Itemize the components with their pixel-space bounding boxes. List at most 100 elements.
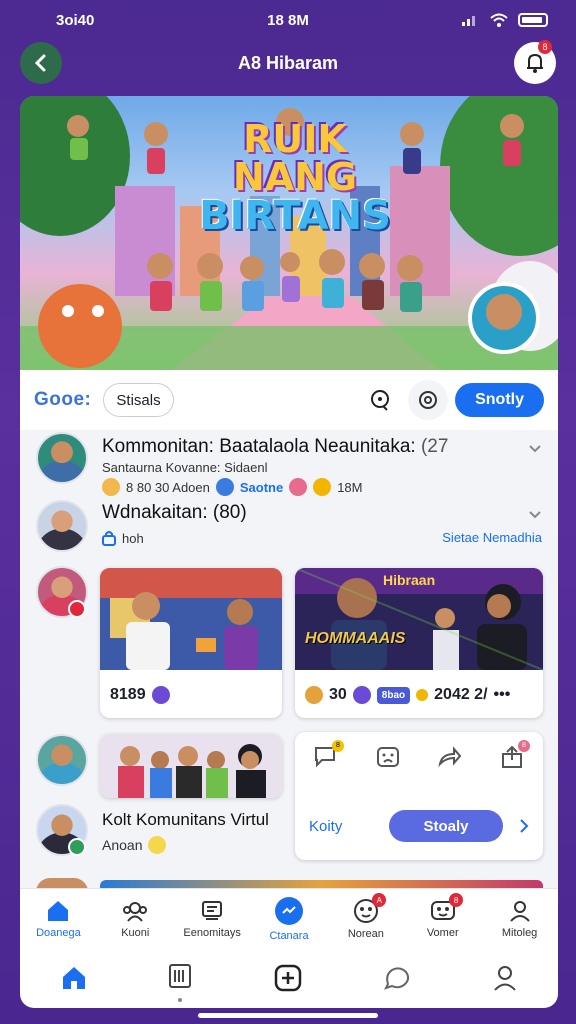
post-card-photo[interactable] [100, 734, 282, 798]
tab-label: Eenomitays [183, 926, 241, 939]
post-stats: 30 8bao 2042 2/ ••• [305, 686, 510, 704]
post-stats: 8189 [110, 686, 170, 704]
reaction-button[interactable] [376, 746, 400, 773]
bell-icon [527, 53, 543, 73]
post-sign-text: HOMMAAAIS [305, 630, 406, 647]
tab-label: Kuoni [121, 926, 150, 939]
comment-button[interactable]: 8 [314, 740, 344, 773]
profile-icon[interactable] [493, 965, 517, 991]
post-photo [100, 568, 282, 670]
chevron-right-icon[interactable] [519, 818, 529, 834]
reaction-icon [352, 686, 371, 704]
action-card: 8 8 Koity Stoaly [295, 732, 543, 860]
community-meta-row: 8 80 30 Adoen Saotne 18M [102, 478, 363, 496]
tab-badge: 8 [449, 893, 464, 907]
home-indicator [198, 1013, 378, 1018]
coin-icon [313, 478, 332, 496]
tab-label: Norean [347, 927, 384, 940]
library-icon [169, 963, 192, 988]
avatar[interactable] [36, 432, 88, 484]
share-button[interactable] [438, 746, 462, 773]
action-icons-row: 8 8 [295, 740, 543, 773]
globe-icon [215, 478, 234, 496]
hero-logo-line2: BIRTANS [199, 193, 391, 239]
status-chip-label: Stisals [116, 391, 161, 409]
status-bar: 3oi40 18 8M [0, 0, 576, 40]
hero-banner[interactable]: RUIK NANG BIRTANS [20, 96, 558, 370]
upload-button[interactable]: 8 [500, 740, 530, 773]
invite-title[interactable]: Wdnakaitan: (80) [102, 502, 247, 524]
invite-sub: hoh [122, 530, 144, 546]
chevron-down-icon[interactable] [528, 444, 542, 454]
comment-badge: 8 [332, 740, 344, 752]
add-icon[interactable] [274, 964, 302, 992]
invite-sub-row: hoh [102, 530, 144, 546]
community-link[interactable]: Saotne [240, 480, 283, 495]
invite-action-link[interactable]: Sietae Nemadhia [442, 530, 542, 545]
page-title: A8 Hibaram [237, 52, 339, 73]
more-icon[interactable]: ••• [494, 686, 511, 704]
app-header: A8 Hibaram 8 [0, 40, 576, 86]
tab-video[interactable]: 8 Vomer [404, 889, 481, 948]
avatar[interactable] [36, 878, 88, 888]
status-icons [462, 13, 548, 27]
primary-action-button[interactable]: Snotly [455, 383, 544, 417]
community-title-row[interactable]: Kommonitan: Baatalaola Neaunitaka: (27 [102, 436, 448, 458]
chat-bubble-icon [371, 390, 389, 411]
chat-button[interactable] [360, 380, 400, 420]
tab-comments[interactable]: Eenomitays [174, 889, 251, 948]
group-icon [123, 901, 148, 922]
status-time: 18 8M [267, 11, 309, 29]
emoji-icon [289, 478, 308, 496]
community-title: Kommonitan: Baatalaola Neaunitaka: [102, 436, 416, 457]
virtual-title[interactable]: Kolt Komunitans Virtul [102, 810, 269, 830]
avatar-status-badge [68, 600, 86, 618]
emoji-icon [148, 836, 167, 854]
community-subtitle: Santaurna Kovanne: Sidaenl [102, 460, 268, 475]
reaction-icon [151, 686, 170, 704]
post-photo [100, 734, 282, 798]
tab-notifications[interactable]: A Norean [327, 889, 404, 948]
gear-icon [419, 391, 437, 409]
main-content: Gooe: Stisals Snotly Kommonitan: Baatala… [20, 370, 558, 888]
settings-button[interactable] [408, 380, 448, 420]
back-button[interactable] [20, 42, 62, 84]
community-count: (27 [420, 436, 449, 457]
follow-button[interactable]: Stoaly [389, 810, 503, 842]
secondary-action-link[interactable]: Koity [309, 818, 342, 835]
reaction-icon [102, 478, 120, 496]
tab-profile[interactable]: Mitoleg [481, 889, 558, 948]
message-icon[interactable] [383, 966, 412, 990]
notification-badge: 8 [538, 40, 552, 54]
next-post-preview[interactable] [100, 880, 543, 888]
tab-create[interactable]: Ctanara [251, 889, 328, 948]
hero-logo: RUIK NANG BIRTANS [195, 120, 395, 236]
virtual-sub: Anoan [102, 837, 143, 853]
post-card-left[interactable]: 8189 [100, 568, 282, 718]
person-icon [509, 900, 530, 922]
upload-badge: 8 [518, 740, 530, 752]
library-nav[interactable] [168, 963, 192, 1002]
notifications-button[interactable]: 8 [514, 40, 556, 84]
post-stats-badge: 8bao [376, 686, 411, 704]
status-chip-button[interactable]: Stisals [103, 383, 174, 417]
battery-icon [518, 13, 548, 27]
chevron-left-icon [34, 54, 46, 72]
active-dot [178, 997, 183, 1002]
bottom-navigation [20, 948, 558, 1008]
home-icon[interactable] [61, 965, 87, 991]
brand-logo: Gooe: [34, 389, 92, 410]
post-stats-value: 8189 [110, 686, 146, 703]
chevron-down-icon[interactable] [528, 510, 542, 520]
avatar[interactable] [36, 734, 88, 786]
home-icon [48, 900, 69, 921]
tab-home[interactable]: Doanega [20, 889, 97, 948]
post-card-right[interactable]: Hibraan HOMMAAAIS 30 8bao 2042 2/ ••• [295, 568, 543, 718]
tab-groups[interactable]: Kuoni [97, 889, 174, 948]
sad-face-icon [377, 747, 399, 767]
signal-icon [462, 16, 475, 26]
share-arrow-icon [438, 746, 462, 768]
lock-icon [102, 531, 116, 546]
avatar[interactable] [36, 500, 88, 552]
carrier-label: 3oi40 [56, 11, 95, 29]
